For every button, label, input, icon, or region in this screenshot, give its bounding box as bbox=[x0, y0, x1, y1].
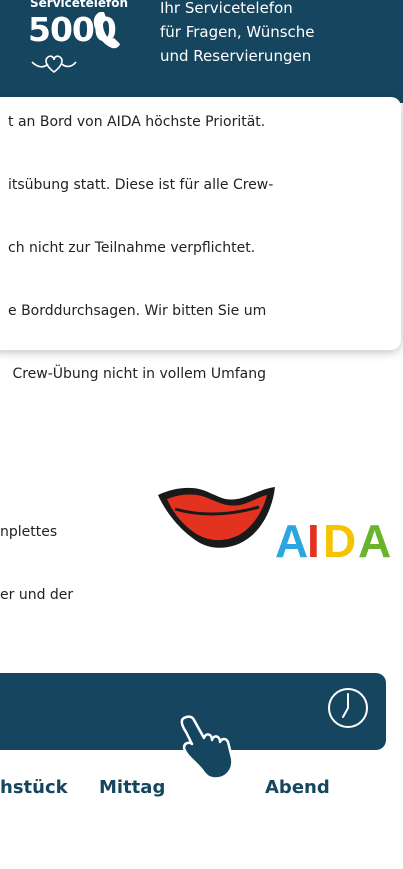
service-description-line: Ihr Servicetelefon bbox=[160, 0, 293, 17]
service-phone-description: Ihr Servicetelefon für Fragen, Wünsche u… bbox=[160, 0, 400, 68]
safety-notice-text: t an Bord von AIDA höchste Priorität. it… bbox=[8, 70, 403, 406]
aida-lips-icon bbox=[158, 487, 275, 548]
tab-breakfast[interactable]: hstück bbox=[0, 777, 68, 798]
service-phone-label: Servicetelefon bbox=[30, 0, 129, 10]
service-description-line: und Reservierungen bbox=[160, 47, 312, 65]
notice-line: itsübung statt. Diese ist für alle Crew- bbox=[8, 177, 274, 193]
info-line: nplettes bbox=[0, 524, 58, 540]
aida-logo-text-a1: A bbox=[275, 515, 308, 565]
notice-line: Crew-Übung nicht in vollem Umfang bbox=[8, 366, 266, 382]
notice-line: ch nicht zur Teilnahme verpflichtet. bbox=[8, 240, 256, 256]
aida-logo-text-i: I bbox=[307, 515, 320, 565]
phone-icon bbox=[93, 12, 120, 49]
info-text: nplettes er und der bbox=[0, 480, 150, 627]
tab-dinner[interactable]: Abend bbox=[265, 777, 330, 798]
service-description-line: für Fragen, Wünsche bbox=[160, 23, 315, 41]
tab-lunch[interactable]: Mittag bbox=[99, 777, 165, 798]
aida-logo-text-d: D bbox=[323, 515, 356, 565]
aida-logo-text-a2: A bbox=[358, 515, 391, 565]
swipe-hand-icon bbox=[180, 715, 234, 780]
notice-line: e Borddurchsagen. Wir bitten Sie um bbox=[8, 303, 267, 319]
info-line: er und der bbox=[0, 587, 74, 603]
notice-line: t an Bord von AIDA höchste Priorität. bbox=[8, 114, 266, 130]
clock-icon[interactable] bbox=[326, 686, 370, 730]
aida-logo: A I D A bbox=[158, 487, 391, 565]
